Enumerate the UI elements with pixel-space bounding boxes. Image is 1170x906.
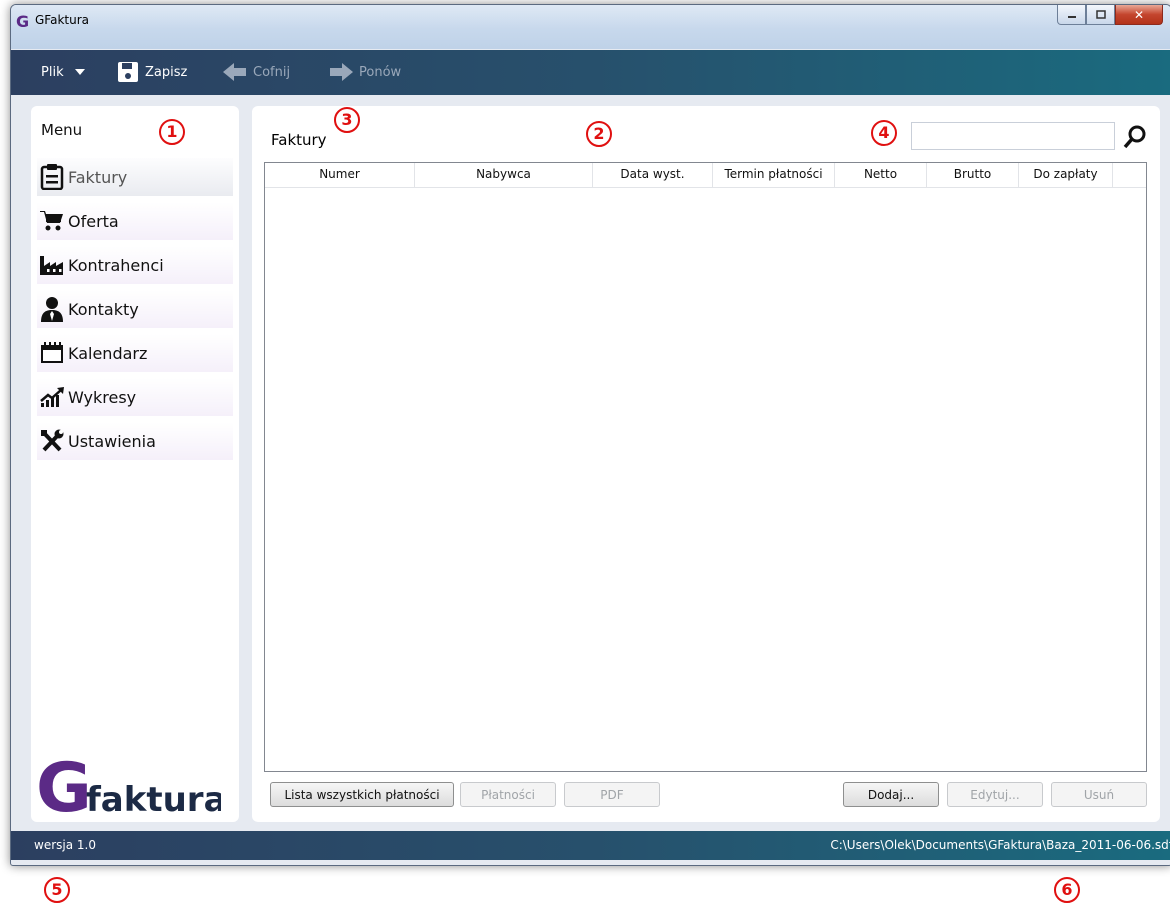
column-header-nabywca[interactable]: Nabywca — [415, 163, 593, 187]
sidebar-item-kontrahenci[interactable]: Kontrahenci — [37, 246, 233, 284]
table-header: Numer Nabywca Data wyst. Termin płatnośc… — [265, 163, 1146, 188]
save-button[interactable]: Zapisz — [117, 60, 187, 84]
tools-icon — [39, 428, 65, 454]
payments-label: Płatności — [481, 787, 535, 802]
sidebar-item-kalendarz[interactable]: Kalendarz — [37, 334, 233, 372]
svg-text:G: G — [16, 13, 29, 29]
sidebar-item-wykresy[interactable]: Wykresy — [37, 378, 233, 416]
floppy-disk-icon — [118, 62, 138, 82]
close-icon: ✕ — [1133, 7, 1145, 22]
minimize-icon — [1067, 15, 1076, 18]
annotation-marker-1: 1 — [159, 119, 185, 145]
file-menu[interactable]: Plik — [41, 60, 86, 84]
title-bar: G GFaktura ✕ — [11, 5, 1170, 49]
pdf-label: PDF — [600, 787, 624, 802]
sidebar-item-label: Ustawienia — [68, 431, 156, 451]
logo-letter: G — [36, 751, 92, 817]
clipboard-icon — [39, 164, 65, 190]
search-input[interactable] — [911, 122, 1115, 150]
menu-title: Menu — [41, 121, 83, 139]
sidebar-item-label: Wykresy — [68, 387, 137, 407]
database-path: C:\Users\Olek\Documents\GFaktura\Baza_20… — [830, 838, 1170, 852]
sidebar-item-faktury[interactable]: Faktury — [37, 158, 233, 196]
cart-icon — [39, 208, 65, 234]
add-button[interactable]: Dodaj... — [843, 782, 939, 807]
save-label: Zapisz — [145, 64, 188, 80]
gfaktura-logo: G faktura — [36, 751, 221, 817]
sidebar-item-label: Faktury — [68, 167, 128, 187]
redo-label: Ponów — [359, 64, 402, 80]
undo-button[interactable]: Cofnij — [223, 60, 290, 84]
delete-label: Usuń — [1083, 787, 1115, 802]
column-header-do-zaplaty[interactable]: Do zapłaty — [1019, 163, 1113, 187]
all-payments-label: Lista wszystkich płatności — [284, 787, 440, 802]
sidebar-item-label: Kalendarz — [68, 343, 148, 363]
sidebar-item-kontakty[interactable]: Kontakty — [37, 290, 233, 328]
arrow-left-icon — [223, 63, 246, 81]
maximize-button[interactable] — [1086, 5, 1115, 25]
sidebar-item-label: Kontakty — [68, 299, 139, 319]
minimize-button[interactable] — [1057, 5, 1086, 25]
annotation-marker-4: 4 — [871, 120, 897, 146]
status-bar: wersja 1.0 C:\Users\Olek\Documents\GFakt… — [11, 831, 1170, 860]
redo-button[interactable]: Ponów — [329, 60, 401, 84]
column-header-termin-platnosci[interactable]: Termin płatności — [713, 163, 835, 187]
close-button[interactable]: ✕ — [1115, 5, 1163, 25]
sidebar-item-ustawienia[interactable]: Ustawienia — [37, 422, 233, 460]
edit-label: Edytuj... — [970, 787, 1020, 802]
annotation-marker-6: 6 — [1054, 877, 1080, 903]
annotation-marker-3: 3 — [334, 107, 360, 133]
delete-button[interactable]: Usuń — [1051, 782, 1147, 807]
invoices-table[interactable]: Numer Nabywca Data wyst. Termin płatnośc… — [264, 162, 1147, 772]
column-header-brutto[interactable]: Brutto — [927, 163, 1019, 187]
version-text: wersja 1.0 — [34, 838, 96, 852]
sidebar-item-label: Oferta — [68, 211, 119, 231]
chevron-down-icon — [74, 69, 85, 75]
sidebar-item-oferta[interactable]: Oferta — [37, 202, 233, 240]
arrow-right-icon — [330, 63, 353, 81]
pdf-button[interactable]: PDF — [564, 782, 660, 807]
edit-button[interactable]: Edytuj... — [947, 782, 1043, 807]
logo-text: faktura — [86, 780, 221, 817]
calendar-icon — [39, 340, 65, 366]
column-header-netto[interactable]: Netto — [835, 163, 927, 187]
file-menu-label: Plik — [41, 64, 64, 80]
annotation-marker-5: 5 — [44, 877, 70, 903]
person-icon — [39, 296, 65, 322]
search-icon[interactable] — [1122, 124, 1148, 150]
add-label: Dodaj... — [867, 787, 915, 802]
window-controls: ✕ — [1057, 5, 1163, 25]
sidebar-menu: Menu Faktury Oferta Kontrahenci Kontakty… — [31, 106, 239, 822]
sidebar-item-label: Kontrahenci — [68, 255, 164, 275]
payments-button[interactable]: Płatności — [460, 782, 556, 807]
column-header-data-wyst[interactable]: Data wyst. — [593, 163, 713, 187]
annotation-marker-2: 2 — [586, 121, 612, 147]
column-header-numer[interactable]: Numer — [265, 163, 415, 187]
main-panel: Faktury Numer Nabywca Data wyst. Termin … — [252, 106, 1160, 822]
all-payments-button[interactable]: Lista wszystkich płatności — [270, 782, 454, 807]
toolbar: Plik Zapisz Cofnij Ponów — [11, 50, 1170, 95]
undo-label: Cofnij — [253, 64, 291, 80]
window-title: GFaktura — [35, 13, 89, 27]
maximize-icon — [1095, 10, 1106, 19]
page-title: Faktury — [271, 131, 327, 149]
factory-icon — [39, 252, 65, 278]
app-logo-icon: G — [16, 13, 29, 29]
chart-icon — [39, 384, 65, 410]
